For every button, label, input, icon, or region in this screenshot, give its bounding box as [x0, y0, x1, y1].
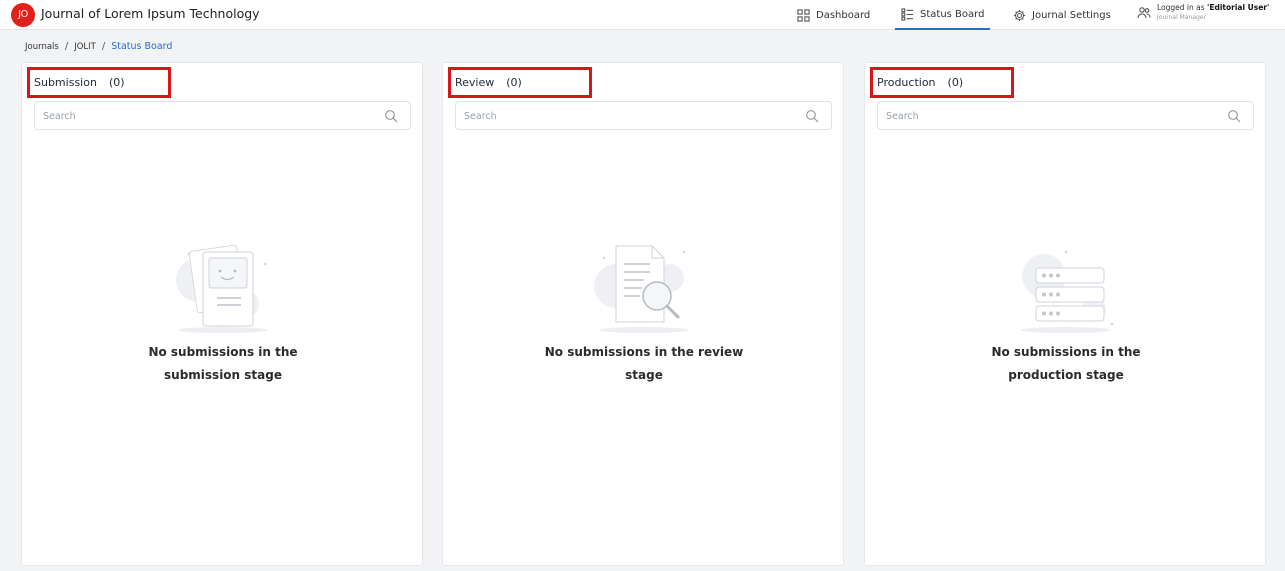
empty-line-1: No submissions in the review	[544, 345, 744, 359]
column-count: (0)	[108, 76, 125, 89]
server-stack-illustration	[1021, 250, 1114, 333]
breadcrumb-separator: /	[101, 41, 106, 52]
empty-state-message: No submissions in the production stage	[966, 341, 1166, 387]
app-title[interactable]: Journal of Lorem Ipsum Technology	[41, 6, 260, 21]
top-bar: JO Journal of Lorem Ipsum Technology Das…	[0, 0, 1285, 30]
column-production: Production (0) No submissions in the pro…	[864, 62, 1266, 566]
empty-line-2: production stage	[1008, 368, 1124, 382]
column-count: (0)	[947, 76, 964, 89]
nav-status-board[interactable]: Status Board	[895, 0, 990, 30]
column-count: (0)	[506, 76, 522, 89]
search-box-review	[455, 101, 832, 130]
gear-icon	[1013, 9, 1026, 21]
breadcrumb-current: Status Board	[111, 41, 173, 52]
search-icon[interactable]	[384, 109, 398, 123]
user-menu[interactable]: Logged in as 'Editorial User' Journal Ma…	[1137, 3, 1269, 21]
breadcrumb: Journals / JOLIT / Status Board	[25, 41, 172, 52]
grid-icon	[797, 8, 810, 22]
search-icon[interactable]	[805, 109, 819, 123]
empty-line-2: stage	[625, 368, 663, 382]
column-header-submission: Submission (0)	[27, 67, 171, 98]
user-name: 'Editorial User'	[1207, 3, 1270, 12]
nav-status-board-label: Status Board	[920, 8, 985, 20]
logged-in-text: Logged in as 'Editorial User'	[1157, 3, 1270, 12]
breadcrumb-journals[interactable]: Journals	[25, 42, 59, 52]
empty-state-message: No submissions in the submission stage	[123, 341, 323, 387]
empty-state-message: No submissions in the review stage	[529, 341, 759, 387]
column-header-production: Production (0)	[870, 67, 1014, 98]
user-role: Journal Manager	[1157, 14, 1206, 21]
empty-line-2: submission stage	[164, 368, 282, 382]
column-title: Review	[455, 76, 495, 89]
column-title: Production	[877, 76, 936, 89]
search-input-review[interactable]	[464, 108, 784, 124]
smiley-document-illustration	[176, 244, 268, 333]
search-box-submission	[34, 101, 411, 130]
empty-line-1: No submissions in the	[148, 345, 298, 359]
list-board-icon	[901, 7, 914, 21]
users-icon	[1137, 7, 1151, 19]
search-icon[interactable]	[1227, 109, 1241, 123]
nav-journal-settings[interactable]: Journal Settings	[1013, 0, 1111, 30]
nav-dashboard[interactable]: Dashboard	[797, 0, 870, 30]
column-header-review: Review (0)	[448, 67, 592, 98]
search-input-submission[interactable]	[43, 108, 363, 124]
search-input-production[interactable]	[886, 108, 1206, 124]
nav-dashboard-label: Dashboard	[816, 9, 871, 21]
empty-line-1: No submissions in the	[991, 345, 1141, 359]
journal-logo[interactable]: JO	[11, 3, 35, 27]
magnifier-document-illustration	[594, 245, 689, 333]
column-review: Review (0) No submissions in the review …	[442, 62, 844, 566]
column-title: Submission	[34, 76, 97, 89]
column-submission: Submission (0) No submissions in the sub…	[21, 62, 423, 566]
nav-journal-settings-label: Journal Settings	[1032, 9, 1111, 21]
breadcrumb-separator: /	[64, 41, 69, 52]
breadcrumb-jolit[interactable]: JOLIT	[74, 42, 96, 52]
search-box-production	[877, 101, 1254, 130]
